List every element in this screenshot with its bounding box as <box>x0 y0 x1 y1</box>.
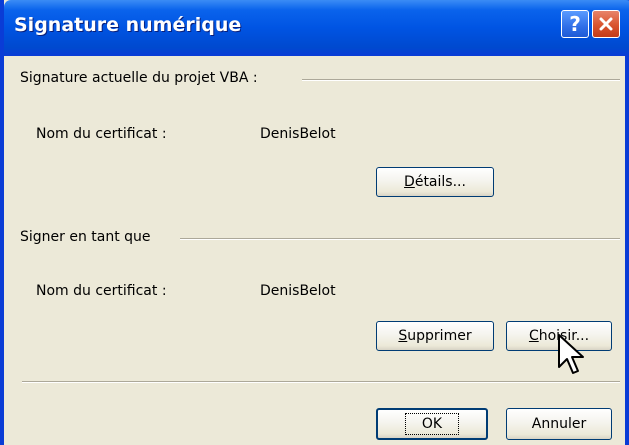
current-signature-section-label: Signature actuelle du projet VBA : <box>20 70 258 86</box>
current-signature-separator <box>302 79 620 81</box>
close-button[interactable] <box>592 10 620 38</box>
details-button-label: étails... <box>414 174 466 190</box>
remove-button[interactable]: Supprimer <box>376 321 494 351</box>
details-button[interactable]: Détails... <box>376 167 494 197</box>
help-button[interactable]: ? <box>561 10 589 38</box>
details-button-mnemonic: D <box>404 174 415 190</box>
mouse-pointer-icon <box>558 334 584 374</box>
cancel-button[interactable]: Annuler <box>506 408 612 440</box>
sign-as-cert-name-value: DenisBelot <box>260 283 336 299</box>
digital-signature-dialog: Signature numérique ? Signature actuelle… <box>0 0 629 445</box>
help-icon: ? <box>569 12 581 36</box>
current-cert-name-label: Nom du certificat : <box>36 126 167 142</box>
sign-as-cert-name-label: Nom du certificat : <box>36 283 167 299</box>
close-icon <box>599 17 613 31</box>
current-cert-name-value: DenisBelot <box>260 126 336 142</box>
remove-button-mnemonic: S <box>398 328 408 344</box>
title-bar[interactable]: Signature numérique ? <box>4 0 629 56</box>
sign-as-section-label: Signer en tant que <box>20 229 151 245</box>
ok-button-label: OK <box>404 413 460 435</box>
footer-separator <box>22 381 620 383</box>
sign-as-separator <box>180 238 620 240</box>
window-title: Signature numérique <box>14 14 242 36</box>
ok-button[interactable]: OK <box>376 408 488 440</box>
choose-button-mnemonic: C <box>528 328 539 344</box>
remove-button-label: upprimer <box>407 328 472 344</box>
cancel-button-label: Annuler <box>531 416 587 432</box>
